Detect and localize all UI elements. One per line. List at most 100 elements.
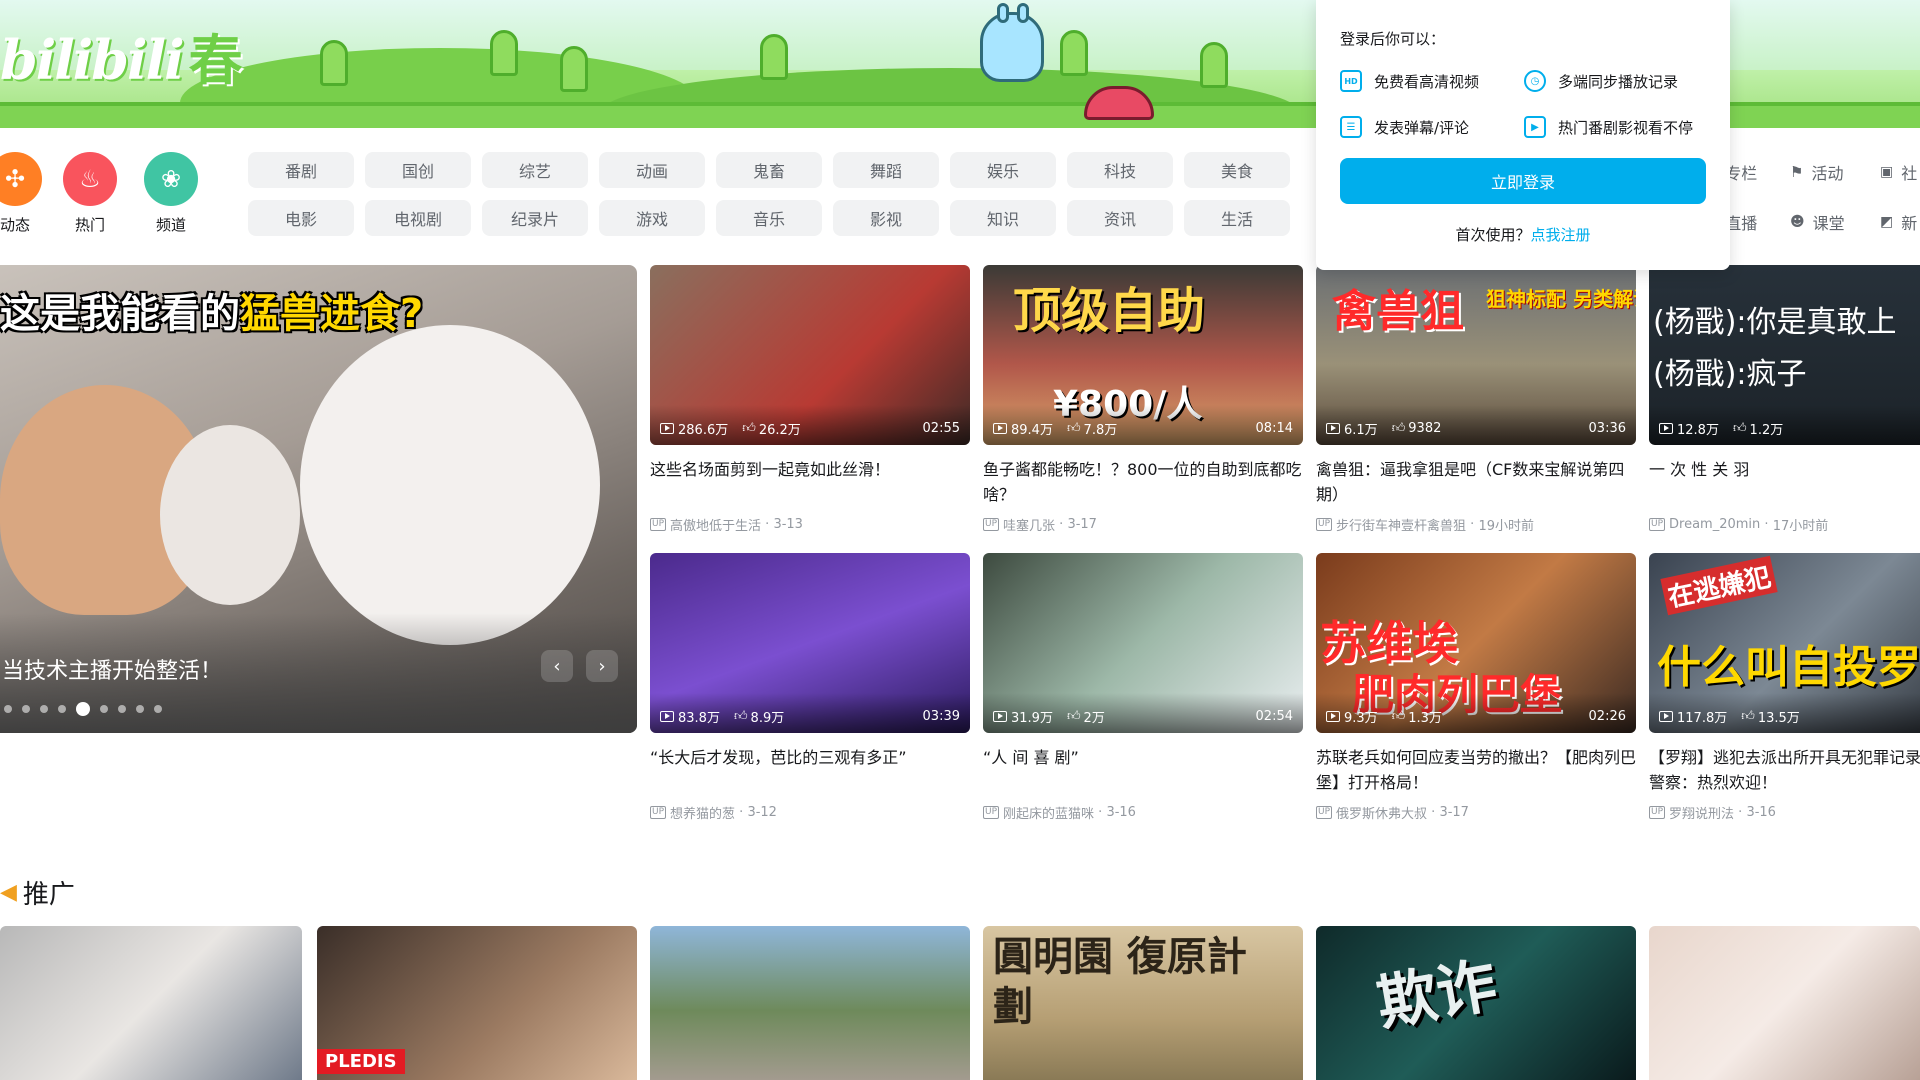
video-thumbnail[interactable]: 286.6万 👍︎ 26.2万 02:55 <box>650 265 970 445</box>
video-thumbnail[interactable]: (杨戬):你是真敢上 (杨戬):疯子 12.8万 👍︎ 1.2万 <box>1649 265 1920 445</box>
nav-link-community[interactable]: ▣ 社 <box>1880 160 1917 184</box>
carousel-dot[interactable] <box>4 705 12 713</box>
video-title[interactable]: “人 间 喜 剧” <box>983 745 1303 795</box>
video-meta[interactable]: UP 罗翔说刑法 · 3-16 <box>1649 803 1920 822</box>
bilibili-logo[interactable]: bilibili 春 <box>0 16 243 95</box>
video-card[interactable]: 在逃嫌犯什么叫自投罗网 117.8万 👍︎13.5万【罗翔】逃犯去派出所开具无犯罪记… <box>1649 553 1920 822</box>
channel-chip[interactable]: 游戏 <box>599 200 705 236</box>
promo-tile[interactable] <box>0 926 302 1080</box>
video-card[interactable]: 禽兽狙狙神标配 另类解说 6.1万 👍︎9382 03:36 禽兽狙：逼我拿狙是吧（CF… <box>1316 265 1636 534</box>
channel-chip[interactable]: 影视 <box>833 200 939 236</box>
video-meta[interactable]: UP Dream_20min · 17小时前 <box>1649 515 1920 534</box>
like-icon: 👍︎ <box>1732 421 1747 436</box>
carousel-dot[interactable] <box>100 705 108 713</box>
video-meta[interactable]: UP 哇塞几张 · 3-17 <box>983 515 1303 534</box>
promo-tile[interactable] <box>650 926 970 1080</box>
like-count: 8.9万 <box>750 711 785 726</box>
like-icon: 👍︎ <box>733 709 748 724</box>
channel-chip[interactable]: 音乐 <box>716 200 822 236</box>
flame-icon: ♨ <box>63 152 117 206</box>
play-count-icon <box>993 423 1007 434</box>
upload-date: 3-13 <box>773 517 803 532</box>
hero-carousel[interactable]: 这是我能看的猛兽进食? 当技术主播开始整活！ ‹ › <box>0 265 637 733</box>
video-thumbnail[interactable]: 在逃嫌犯什么叫自投罗网 117.8万 👍︎13.5万 <box>1649 553 1920 733</box>
channel-chip[interactable]: 综艺 <box>482 152 588 188</box>
quick-nav-label: 动态 <box>0 216 31 234</box>
login-popover-heading: 登录后你可以： <box>1340 30 1446 48</box>
channel-chip[interactable]: 国创 <box>365 152 471 188</box>
video-meta[interactable]: UP 高傲地低于生活 · 3-13 <box>650 515 970 534</box>
video-title[interactable]: 禽兽狙：逼我拿狙是吧（CF数来宝解说第四期） <box>1316 457 1636 507</box>
nav-link-classroom[interactable]: ☻ 课堂 <box>1790 210 1845 234</box>
video-title[interactable]: 一 次 性 关 羽 <box>1649 457 1920 507</box>
carousel-dot[interactable] <box>118 705 126 713</box>
nav-link-new[interactable]: ◩ 新 <box>1880 210 1917 234</box>
video-thumbnail[interactable]: 苏维埃肥肉列巴堡9.3万👍︎1.3万02:26 <box>1316 553 1636 733</box>
video-title[interactable]: 【罗翔】逃犯去派出所开具无犯罪记录证明？警察：热烈欢迎！ <box>1649 745 1920 795</box>
channel-chip[interactable]: 美食 <box>1184 152 1290 188</box>
channel-chip[interactable]: 舞蹈 <box>833 152 939 188</box>
play-count-icon <box>1326 423 1340 434</box>
carousel-dot[interactable] <box>40 705 48 713</box>
carousel-dot[interactable] <box>154 705 162 713</box>
channel-chip[interactable]: 科技 <box>1067 152 1173 188</box>
meta-separator: · <box>1734 805 1747 820</box>
nav-link-label: 直播 <box>1725 214 1758 233</box>
channel-chip[interactable]: 鬼畜 <box>716 152 822 188</box>
meta-separator: · <box>1466 517 1479 532</box>
channel-chip[interactable]: 知识 <box>950 200 1056 236</box>
video-card[interactable]: 31.9万 👍︎ 2万 02:54 “人 间 喜 剧” UP 刚起床的蓝猫咪 · 3-16 <box>983 553 1303 822</box>
carousel-caption[interactable]: 当技术主播开始整活！ <box>2 653 222 685</box>
channel-chip[interactable]: 电视剧 <box>365 200 471 236</box>
channel-chip[interactable]: 生活 <box>1184 200 1290 236</box>
promo-tile[interactable]: PLEDIS <box>317 926 637 1080</box>
quick-nav-channel[interactable]: ❀ 频道 <box>136 152 206 235</box>
video-card[interactable]: (杨戬):你是真敢上 (杨戬):疯子 12.8万 👍︎ 1.2万一 次 性 关 羽 UP D… <box>1649 265 1920 534</box>
video-title[interactable]: 苏联老兵如何回应麦当劳的撤出？【肥肉列巴堡】打开格局！ <box>1316 745 1636 795</box>
quick-nav-dynamic[interactable]: ✣ 动态 <box>0 152 50 235</box>
video-meta[interactable]: UP 俄罗斯休弗大叔 · 3-17 <box>1316 803 1636 822</box>
view-count: 9.3万 <box>1344 711 1378 726</box>
nav-link-label: 活动 <box>1811 164 1844 183</box>
video-card[interactable]: 286.6万 👍︎ 26.2万 02:55 这些名场面剪到一起竟如此丝滑！ UP 高傲地低于… <box>650 265 970 534</box>
video-thumbnail[interactable]: 83.8万 👍︎ 8.9万 03:39 <box>650 553 970 733</box>
video-thumbnail[interactable]: 顶级自助¥800/人89.4万👍︎7.8万08:14 <box>983 265 1303 445</box>
carousel-next-button[interactable]: › <box>586 650 618 682</box>
video-card[interactable]: 83.8万 👍︎ 8.9万 03:39 “长大后才发现，芭比的三观有多正” UP 想养猫的葱… <box>650 553 970 822</box>
channel-chip[interactable]: 娱乐 <box>950 152 1056 188</box>
video-meta[interactable]: UP 刚起床的蓝猫咪 · 3-16 <box>983 803 1303 822</box>
carousel-dot[interactable] <box>76 702 90 716</box>
video-meta[interactable]: UP 想养猫的葱 · 3-12 <box>650 803 970 822</box>
carousel-prev-button[interactable]: ‹ <box>541 650 573 682</box>
video-stats: 286.6万 👍︎ 26.2万 02:55 <box>660 419 960 438</box>
channel-chip[interactable]: 番剧 <box>248 152 354 188</box>
carousel-dot[interactable] <box>58 705 66 713</box>
login-button[interactable]: 立即登录 <box>1340 158 1706 204</box>
video-title[interactable]: “长大后才发现，芭比的三观有多正” <box>650 745 970 795</box>
channel-chip[interactable]: 纪录片 <box>482 200 588 236</box>
video-title[interactable]: 鱼子酱都能畅吃！？800一位的自助到底都吃啥？ <box>983 457 1303 507</box>
login-perk-label: 发表弹幕/评论 <box>1374 118 1470 137</box>
promo-tile[interactable]: 欺诈 <box>1316 926 1636 1080</box>
video-thumbnail[interactable]: 31.9万 👍︎ 2万 02:54 <box>983 553 1303 733</box>
channel-chip[interactable]: 动画 <box>599 152 705 188</box>
video-meta[interactable]: UP 步行街车神壹杆禽兽狙 · 19小时前 <box>1316 515 1636 534</box>
register-link[interactable]: 点我注册 <box>1531 226 1591 244</box>
flag-icon: ⚑ <box>1790 163 1804 181</box>
channel-chip[interactable]: 电影 <box>248 200 354 236</box>
meta-separator: · <box>1427 805 1440 820</box>
login-perk: ◷ 多端同步播放记录 <box>1524 70 1678 92</box>
video-card[interactable]: 顶级自助¥800/人89.4万👍︎7.8万08:14 鱼子酱都能畅吃！？800一位… <box>983 265 1303 534</box>
video-card[interactable]: 苏维埃肥肉列巴堡9.3万👍︎1.3万02:26 苏联老兵如何回应麦当劳的撤出？【肥… <box>1316 553 1636 822</box>
promo-tile[interactable] <box>1649 926 1920 1080</box>
view-count: 83.8万 <box>678 711 720 726</box>
carousel-dot[interactable] <box>136 705 144 713</box>
video-title[interactable]: 这些名场面剪到一起竟如此丝滑！ <box>650 457 970 507</box>
quick-nav-hot[interactable]: ♨ 热门 <box>55 152 125 235</box>
nav-link-activity[interactable]: ⚑ 活动 <box>1790 160 1843 184</box>
promo-tile[interactable]: 圓明園 復原計劃 <box>983 926 1303 1080</box>
video-thumbnail[interactable]: 禽兽狙狙神标配 另类解说 6.1万 👍︎9382 03:36 <box>1316 265 1636 445</box>
login-perk-label: 热门番剧影视看不停 <box>1558 118 1694 137</box>
carousel-dot[interactable] <box>22 705 30 713</box>
channel-chip[interactable]: 资讯 <box>1067 200 1173 236</box>
